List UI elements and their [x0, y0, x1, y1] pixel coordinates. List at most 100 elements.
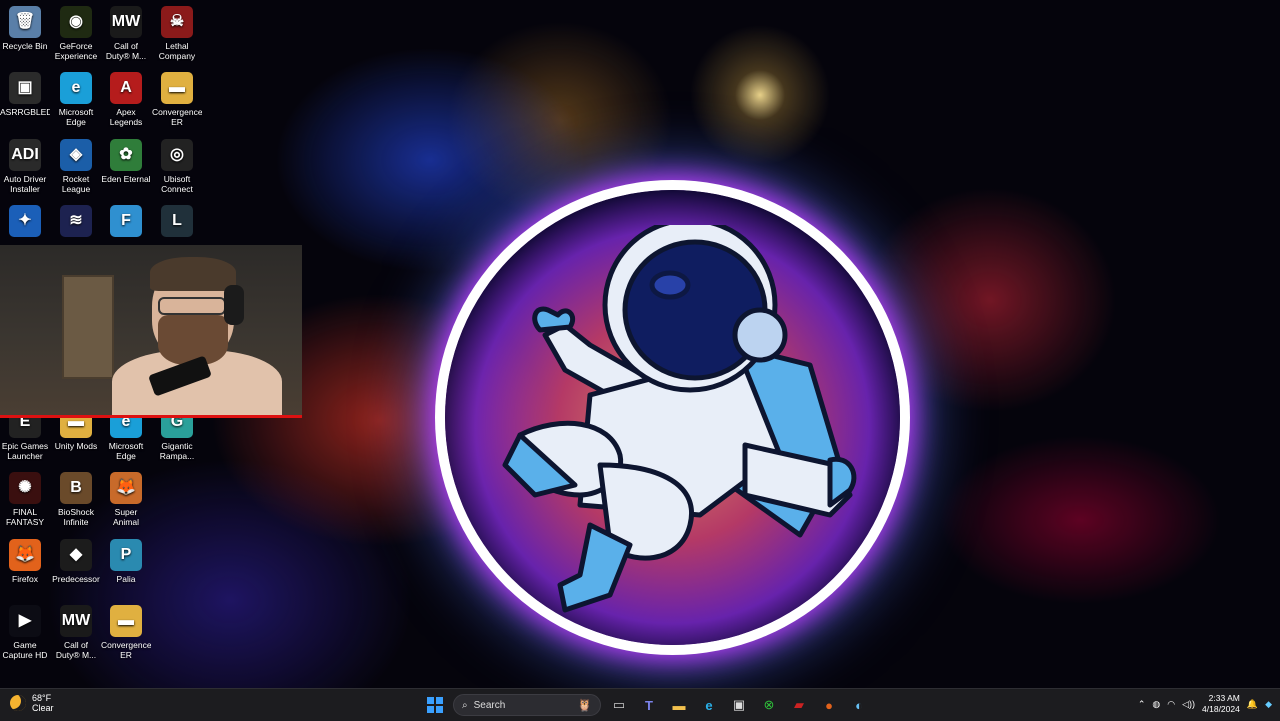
cod-mw-icon: MW [60, 605, 92, 637]
desktop-shortcut-label: Epic Games Launcher [1, 441, 49, 461]
notification-bell-icon[interactable]: 🔔 [1247, 699, 1258, 710]
desktop-shortcut-label: ASRRGBLED [0, 107, 50, 117]
store-icon: ▣ [732, 697, 746, 712]
desktop-shortcut-label: Convergence ER v1.4.1.2-... [152, 107, 202, 127]
search-highlight-icon: 🦉 [577, 698, 592, 712]
taskbar: 68°F Clear ⌕ Search 🦉 ▭ T ▬ e ▣ ⊗ ▰ ● ◐ … [0, 688, 1280, 721]
steam-button[interactable]: ◐ [847, 693, 871, 717]
desktop-shortcut-label: Call of Duty® M... [55, 640, 97, 660]
desktop-shortcut-label: GeForce Experience [54, 41, 98, 61]
wifi-icon[interactable]: ◠ [1167, 699, 1175, 710]
predecessor-icon: ◆ [60, 539, 92, 571]
taskbar-search[interactable]: ⌕ Search 🦉 [453, 694, 601, 716]
webcam-glasses [158, 297, 226, 315]
desktop-shortcut-label: Apex Legends [109, 107, 143, 127]
weather-temp: 68°F [32, 693, 52, 703]
desktop-shortcut[interactable]: ✺ FINAL FANTASY X... [0, 472, 50, 527]
desktop-shortcut[interactable]: L [152, 205, 202, 240]
f-app-icon: F [110, 205, 142, 237]
desktop-shortcut-label: Eden Eternal [101, 174, 151, 184]
desktop-shortcut[interactable]: ◆ Predecessor [51, 539, 101, 584]
firefox-icon: 🦊 [9, 539, 41, 571]
desktop-shortcut[interactable]: ◈ Rocket League [51, 139, 101, 194]
desktop-shortcut[interactable]: ☠ Lethal Company [152, 6, 202, 61]
folder-icon: ▬ [110, 605, 142, 637]
webcam-streamer-hair [150, 257, 236, 291]
webcam-overlay [0, 245, 302, 418]
start-button[interactable] [423, 693, 447, 717]
desktop-shortcut[interactable]: A Apex Legends [101, 72, 151, 127]
desktop-shortcut[interactable]: ✿ Eden Eternal [101, 139, 151, 184]
task-view-button[interactable]: ▭ [607, 693, 631, 717]
desktop-shortcut-label: Call of Duty® M... [105, 41, 147, 61]
red-app-button[interactable]: ▰ [787, 693, 811, 717]
desktop-shortcut-label: Game Capture HD [2, 640, 48, 660]
desktop-shortcut[interactable]: ▬ Convergence ER v1.4.1.2-... [101, 605, 151, 660]
desktop-shortcut[interactable]: 🗑 Recycle Bin [0, 6, 50, 51]
desktop-shortcut[interactable]: B BioShock Infinite [51, 472, 101, 527]
task-view-icon: ▭ [612, 697, 626, 712]
clock[interactable]: 2:33 AM 4/18/2024 [1202, 693, 1240, 715]
desktop-shortcut-label: Firefox [12, 574, 38, 584]
desktop-shortcut[interactable]: P Palia [101, 539, 151, 584]
desktop-shortcut-label: Auto Driver Installer [3, 174, 47, 194]
desktop-shortcut[interactable]: 🦊 Firefox [0, 539, 50, 584]
teams-icon: T [645, 697, 653, 713]
firefox-button[interactable]: ● [817, 693, 841, 717]
desktop-shortcut[interactable]: F [101, 205, 151, 240]
desktop-shortcut[interactable]: ADI Auto Driver Installer [0, 139, 50, 194]
chevron-up-icon[interactable]: ⌃ [1138, 699, 1146, 710]
firefox-icon: ● [825, 697, 833, 713]
desktop-shortcut[interactable]: e Microsoft Edge [51, 72, 101, 127]
red-app-icon: ▰ [794, 697, 804, 712]
cod-mw-icon: MW [110, 6, 142, 38]
desktop-shortcut[interactable]: ◉ GeForce Experience [51, 6, 101, 61]
desktop-shortcut-label: Microsoft Edge [58, 107, 94, 127]
desktop-shortcut[interactable]: ▬ Convergence ER v1.4.1.2-... [152, 72, 202, 127]
desktop-shortcut-label: FINAL FANTASY X... [5, 507, 45, 527]
weather-desc: Clear [32, 703, 54, 713]
volume-icon[interactable]: ◁)) [1182, 699, 1195, 710]
desktop-shortcut-label: Predecessor [52, 574, 100, 584]
ubisoft-icon: ◎ [161, 139, 193, 171]
apex-icon: A [110, 72, 142, 104]
desktop-shortcut-label: Unity Mods [54, 441, 98, 451]
desktop-shortcut[interactable]: ◎ Ubisoft Connect [152, 139, 202, 194]
moon-icon [10, 695, 26, 711]
wallpaper-astronaut [502, 225, 857, 613]
copilot-icon[interactable]: ◆ [1265, 699, 1272, 710]
lethal-company-icon: ☠ [161, 6, 193, 38]
desktop-shortcut[interactable]: MW Call of Duty® M... [51, 605, 101, 660]
desktop-shortcut[interactable]: ≋ [51, 205, 101, 240]
game-capture-icon: ▶ [9, 605, 41, 637]
geforce-icon: ◉ [60, 6, 92, 38]
teams-button[interactable]: T [637, 693, 661, 717]
xbox-button[interactable]: ⊗ [757, 693, 781, 717]
desktop-shortcut-label: Lethal Company [158, 41, 196, 61]
edge-icon: e [705, 697, 713, 713]
desktop-shortcut-label: Microsoft Edge [108, 441, 144, 461]
desktop-shortcut[interactable]: ▣ ASRRGBLED [0, 72, 50, 117]
desktop-shortcut[interactable]: ▶ Game Capture HD [0, 605, 50, 660]
taskbar-center: ⌕ Search 🦉 ▭ T ▬ e ▣ ⊗ ▰ ● ◐ [423, 693, 871, 717]
desktop-shortcut[interactable]: MW Call of Duty® M... [101, 6, 151, 61]
webcam-streamer-beard [158, 315, 228, 365]
clock-date: 4/18/2024 [1202, 704, 1240, 714]
desktop-shortcut[interactable]: 🦊 Super Animal Royale [101, 472, 151, 527]
tray-app-icon[interactable]: ◍ [1152, 699, 1160, 710]
steam-icon: ◐ [855, 697, 863, 713]
adi-icon: ADI [9, 139, 41, 171]
desktop-shortcut-label: Gigantic Rampa... [159, 441, 195, 461]
folder-icon: ▬ [672, 697, 686, 713]
weather-widget[interactable]: 68°F Clear [10, 693, 54, 713]
edge-button[interactable]: e [697, 693, 721, 717]
desktop-shortcut-label: Ubisoft Connect [161, 174, 193, 194]
store-button[interactable]: ▣ [727, 693, 751, 717]
edge-icon: e [60, 72, 92, 104]
rocket-league-icon: ◈ [60, 139, 92, 171]
ffxiv-icon: ✺ [9, 472, 41, 504]
app-icon: ✦ [9, 205, 41, 237]
file-explorer-button[interactable]: ▬ [667, 693, 691, 717]
eden-eternal-icon: ✿ [110, 139, 142, 171]
desktop-shortcut[interactable]: ✦ [0, 205, 50, 240]
